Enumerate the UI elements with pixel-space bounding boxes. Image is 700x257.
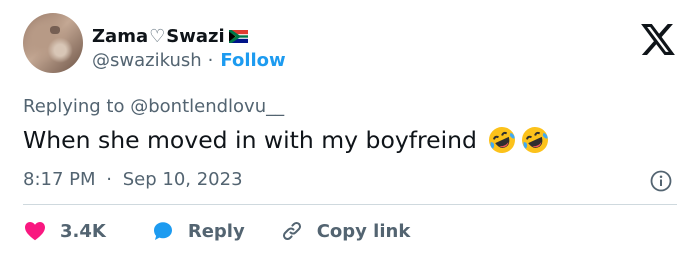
timestamp-date[interactable]: Sep 10, 2023 <box>123 169 243 190</box>
reply-context: Replying to @bontlendlovu__ <box>23 96 284 117</box>
south-africa-flag-icon <box>228 29 248 43</box>
avatar[interactable] <box>23 13 83 73</box>
timestamp-time[interactable]: 8:17 PM <box>23 169 96 190</box>
reply-label: Reply <box>187 220 245 242</box>
avatar-tattoo <box>50 26 60 34</box>
timestamp[interactable]: 8:17 PM · Sep 10, 2023 <box>23 169 243 190</box>
divider <box>23 204 677 205</box>
speech-bubble-icon <box>153 222 172 240</box>
author-name-row[interactable]: Zama ♡ Swazi <box>92 24 248 48</box>
like-count: 3.4K <box>60 220 106 242</box>
heart-icon <box>25 222 45 241</box>
display-name[interactable]: Zama <box>92 26 148 47</box>
follow-button[interactable]: Follow <box>220 50 285 71</box>
handle-row: @swazikush · Follow <box>92 50 286 71</box>
reply-button[interactable]: Reply <box>151 219 245 243</box>
replying-prefix: Replying to <box>23 96 125 117</box>
author-handle[interactable]: @swazikush <box>92 50 202 71</box>
copy-link-button[interactable]: Copy link <box>280 219 411 243</box>
display-name-suffix[interactable]: Swazi <box>166 26 224 47</box>
tweet-actions: 3.4K Reply Copy link <box>23 218 410 244</box>
link-icon <box>282 221 301 241</box>
info-icon[interactable] <box>650 170 672 192</box>
rolling-on-floor-laughing-emoji <box>488 127 515 153</box>
like-button[interactable]: 3.4K <box>23 219 106 243</box>
rolling-on-floor-laughing-emoji <box>521 127 548 153</box>
copy-link-label: Copy link <box>316 220 411 242</box>
handle-separator: · <box>207 50 214 71</box>
tweet-text: When she moved in with my boyfreind <box>23 125 550 155</box>
x-logo-icon[interactable] <box>641 24 675 55</box>
reply-mention-link[interactable]: @bontlendlovu__ <box>130 96 284 117</box>
tweet-body: When she moved in with my boyfreind <box>23 126 477 154</box>
heart-symbol: ♡ <box>149 25 166 47</box>
timestamp-separator: · <box>106 169 112 190</box>
